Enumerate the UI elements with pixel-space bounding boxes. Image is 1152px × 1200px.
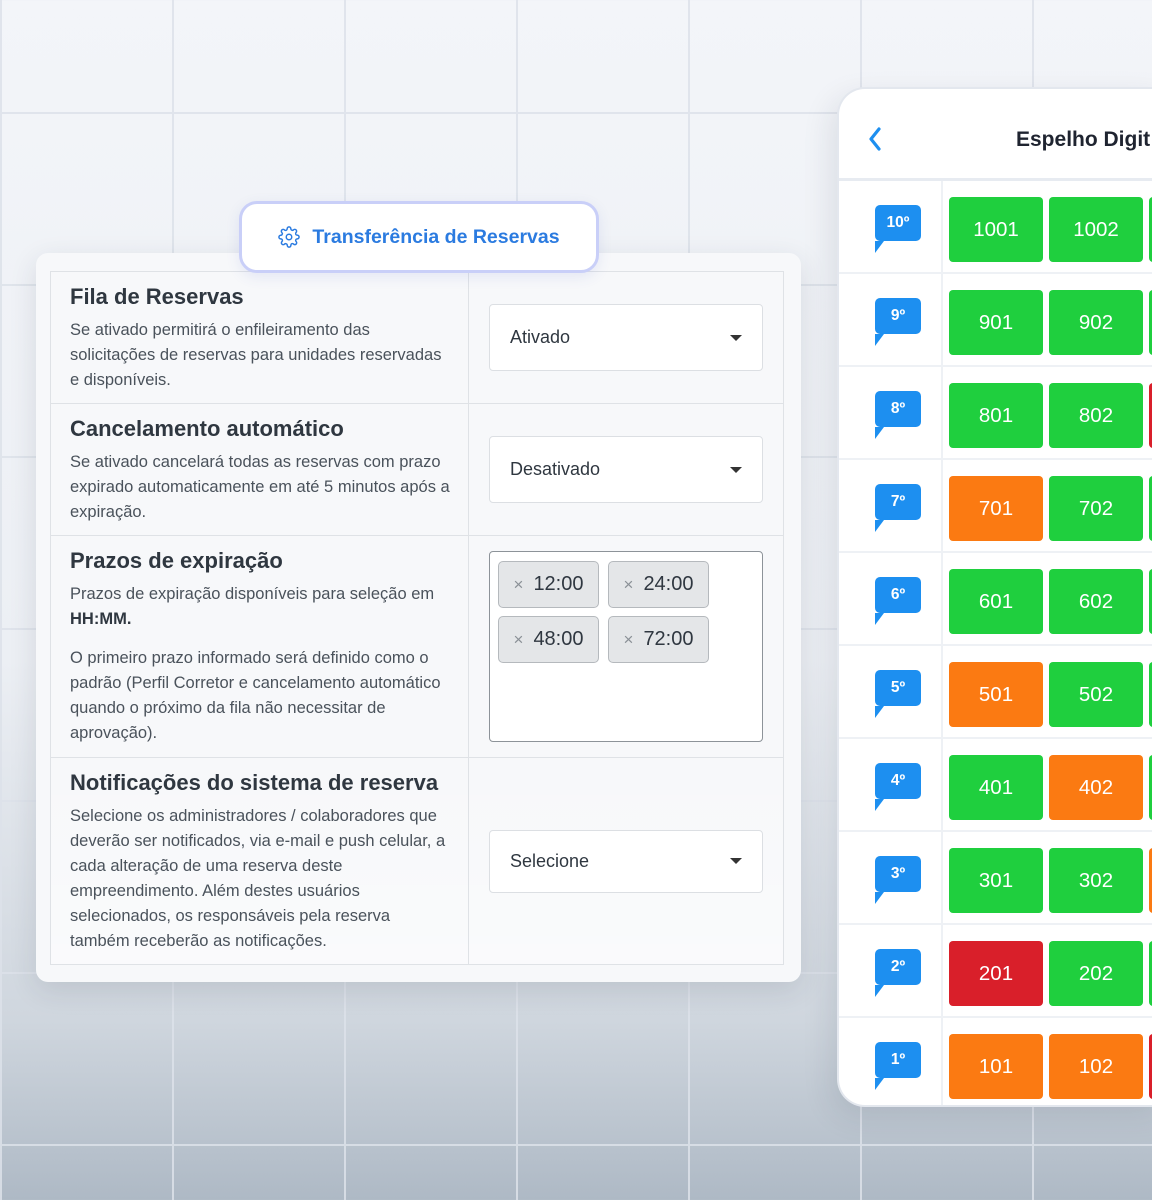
unit-button[interactable]: 601	[949, 569, 1043, 634]
tag-label: 12:00	[533, 573, 584, 595]
floor-flag: 9º	[875, 298, 921, 346]
notification-users-select[interactable]: Selecione	[489, 829, 763, 893]
caret-down-icon	[730, 858, 742, 864]
caret-down-icon	[730, 334, 742, 341]
unit-button[interactable]: 801	[949, 383, 1043, 448]
floor-row: 2º 201 202	[839, 925, 1152, 1018]
tag-label: 24:00	[643, 573, 694, 595]
setting-row-auto-cancel: Cancelamento automático Se ativado cance…	[50, 403, 784, 536]
unit-button[interactable]: 302	[1049, 848, 1143, 913]
gear-icon	[278, 226, 301, 248]
floor-row: 9º 901 902	[839, 274, 1152, 367]
remove-tag-icon[interactable]: ×	[624, 630, 634, 650]
expiration-tag: × 48:00	[498, 616, 599, 663]
floor-row: 1º 101 102	[839, 1018, 1152, 1105]
unit-button[interactable]: 201	[949, 941, 1043, 1006]
setting-description: Se ativado permitirá o enfileiramento da…	[70, 321, 442, 389]
unit-button[interactable]: 102	[1049, 1034, 1143, 1099]
unit-button[interactable]: 902	[1049, 290, 1143, 355]
setting-title: Prazos de expiração	[70, 548, 283, 573]
floor-row: 6º 601 602	[839, 553, 1152, 646]
tag-label: 72:00	[643, 628, 694, 650]
unit-button[interactable]: 202	[1049, 941, 1143, 1006]
queue-select[interactable]: Ativado	[489, 304, 763, 371]
unit-button[interactable]: 502	[1049, 662, 1143, 727]
unit-button[interactable]: 602	[1049, 569, 1143, 634]
floor-row: 8º 801 802	[839, 367, 1152, 460]
caret-down-icon	[730, 466, 742, 473]
unit-button[interactable]: 802	[1049, 383, 1143, 448]
phone-title: Espelho Digit	[1016, 128, 1151, 151]
remove-tag-icon[interactable]: ×	[514, 575, 524, 595]
floor-row: 5º 501 502	[839, 646, 1152, 739]
setting-title: Cancelamento automático	[70, 416, 344, 441]
unit-button[interactable]: 101	[949, 1034, 1043, 1099]
setting-row-expiration: Prazos de expiração Prazos de expiração …	[50, 535, 784, 758]
phone-header: Espelho Digit	[839, 89, 1152, 181]
reservation-settings-card: Fila de Reservas Se ativado permitirá o …	[36, 253, 801, 982]
floor-flag: 1º	[875, 1042, 921, 1090]
unit-button[interactable]: 1002	[1049, 197, 1143, 262]
unit-button[interactable]: 301	[949, 848, 1043, 913]
unit-button[interactable]: 701	[949, 476, 1043, 541]
setting-description: Selecione os administradores / colaborad…	[70, 807, 446, 950]
unit-button[interactable]: 501	[949, 662, 1043, 727]
expiration-tags-input[interactable]: × 12:00 × 24:00 × 48:00 × 72:00	[489, 551, 763, 742]
floor-flag: 4º	[875, 763, 921, 811]
tag-label: 48:00	[533, 628, 584, 650]
floor-flag: 8º	[875, 391, 921, 439]
remove-tag-icon[interactable]: ×	[624, 575, 634, 595]
remove-tag-icon[interactable]: ×	[514, 630, 524, 650]
expiration-tag: × 12:00	[498, 561, 599, 608]
floor-flag: 2º	[875, 949, 921, 997]
setting-row-queue: Fila de Reservas Se ativado permitirá o …	[50, 271, 784, 404]
expiration-tag: × 24:00	[608, 561, 709, 608]
expiration-tag: × 72:00	[608, 616, 709, 663]
floor-flag: 10º	[875, 205, 921, 253]
floor-row: 3º 301 302	[839, 832, 1152, 925]
tab-transferencia-reservas[interactable]: Transferência de Reservas	[239, 201, 599, 273]
floor-flag: 7º	[875, 484, 921, 532]
setting-title: Notificações do sistema de reserva	[70, 770, 439, 795]
floor-flag: 5º	[875, 670, 921, 718]
auto-cancel-select[interactable]: Desativado	[489, 436, 763, 503]
select-value: Selecione	[510, 850, 590, 871]
select-value: Desativado	[510, 459, 601, 479]
unit-button[interactable]: 702	[1049, 476, 1143, 541]
floor-flag: 3º	[875, 856, 921, 904]
unit-button[interactable]: 401	[949, 755, 1043, 820]
setting-description: Prazos de expiração disponíveis para sel…	[70, 585, 435, 628]
floor-row: 4º 401 402	[839, 739, 1152, 832]
unit-button[interactable]: 402	[1049, 755, 1143, 820]
floor-row: 10º 1001 1002	[839, 181, 1152, 274]
setting-description: Se ativado cancelará todas as reservas c…	[70, 453, 450, 521]
unit-button[interactable]: 1001	[949, 197, 1043, 262]
floor-flag: 6º	[875, 577, 921, 625]
back-button[interactable]	[865, 125, 885, 153]
unit-button[interactable]: 901	[949, 290, 1043, 355]
setting-title: Fila de Reservas	[70, 284, 244, 309]
digital-mirror-phone: Espelho Digit 10º 1001 1002 9º 901 902 8º 801 80…	[837, 87, 1152, 1107]
setting-description-extra: O primeiro prazo informado será definido…	[70, 649, 441, 742]
tab-label: Transferência de Reservas	[312, 225, 560, 248]
settings-table: Fila de Reservas Se ativado permitirá o …	[50, 271, 784, 965]
setting-row-notifications: Notificações do sistema de reserva Selec…	[50, 757, 784, 965]
floor-row: 7º 701 702	[839, 460, 1152, 553]
select-value: Ativado	[510, 327, 571, 347]
chevron-left-icon	[869, 127, 881, 151]
